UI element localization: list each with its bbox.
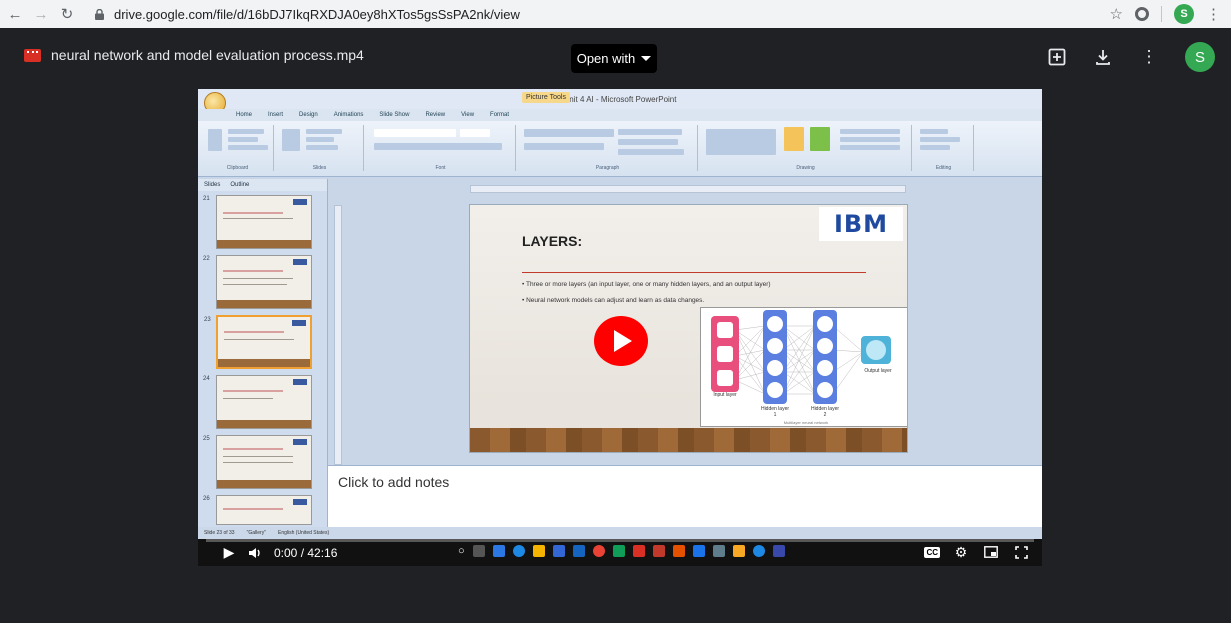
hidden-layer-1-label: Hidden layer 1 (760, 406, 790, 418)
wood-floor-decor (470, 428, 907, 452)
add-to-drive-icon[interactable] (1047, 47, 1067, 67)
slide-thumbnail: 25 (203, 435, 312, 489)
ppt-window-title: Unit 4 AI - Microsoft PowerPoint (563, 94, 677, 104)
progress-bar[interactable] (206, 539, 1034, 542)
ppt-tab: Insert (268, 112, 284, 118)
hidden-layer-2-column (813, 310, 837, 404)
account-avatar[interactable]: S (1185, 42, 1215, 72)
ppt-ribbon-tabs: Home Insert Design Animations Slide Show… (198, 109, 1042, 121)
url-text: drive.google.com/file/d/16bDJ7IkqRXDJA0e… (114, 6, 520, 22)
ppt-tab: Format (490, 112, 510, 118)
ribbon-group-clipboard: Clipboard (202, 125, 274, 171)
ppt-tab: Home (236, 112, 253, 118)
play-button[interactable] (594, 316, 648, 366)
outline-pane-tab: Outline (230, 182, 250, 188)
ribbon-group-slides: Slides (276, 125, 364, 171)
browser-profile-avatar[interactable]: S (1174, 4, 1194, 24)
caret-down-icon (641, 56, 652, 61)
slide-thumbnail: 26 (203, 495, 312, 525)
slide-title: LAYERS: (522, 233, 583, 249)
ppt-ribbon: Clipboard Slides Font Paragraph Drawing … (198, 121, 1042, 177)
play-icon (614, 330, 632, 352)
slide-canvas: IBM LAYERS: • Three or more layers (an i… (470, 205, 907, 452)
slide-thumbnail: 22 (203, 255, 312, 309)
miniplayer-icon[interactable] (982, 543, 1000, 561)
nn-caption: Multilayer neural network (783, 420, 829, 425)
fullscreen-icon[interactable] (1012, 543, 1030, 561)
hidden-layer-1-column (763, 310, 787, 404)
ibm-logo: IBM (819, 207, 903, 241)
open-with-button[interactable]: Open with (571, 44, 657, 73)
subtitles-button[interactable]: CC (924, 546, 940, 558)
address-bar[interactable]: drive.google.com/file/d/16bDJ7IkqRXDJA0e… (92, 3, 1110, 25)
lock-icon (92, 7, 106, 21)
output-layer-label: Output layer (864, 368, 892, 374)
video-frame-powerpoint: Unit 4 AI - Microsoft PowerPoint Picture… (198, 89, 1042, 539)
extension-icon[interactable] (1135, 7, 1149, 21)
neural-network-diagram: Input layer Hidden layer 1 Hidden layer … (700, 307, 907, 427)
ppt-slides-pane: Slides Outline 21 22 23 24 25 26 (198, 179, 328, 527)
video-player[interactable]: Unit 4 AI - Microsoft PowerPoint Picture… (198, 89, 1042, 566)
browser-toolbar: ← → ↻ drive.google.com/file/d/16bDJ7IkqR… (0, 0, 1231, 28)
output-layer-box (861, 336, 891, 364)
ribbon-group-paragraph: Paragraph (518, 125, 698, 171)
settings-gear-icon[interactable]: ⚙ (952, 543, 970, 561)
drive-preview-header: neural network and model evaluation proc… (0, 28, 1231, 84)
time-display: 0:00 / 42:16 (274, 545, 338, 560)
ribbon-group-drawing: Drawing (700, 125, 912, 171)
ribbon-group-font: Font (366, 125, 516, 171)
slide-thumbnail: 21 (203, 195, 312, 249)
download-icon[interactable] (1093, 47, 1113, 67)
toolbar-separator (1161, 6, 1162, 22)
ppt-tab: Design (299, 112, 318, 118)
video-file-icon (24, 49, 41, 62)
back-arrow-icon[interactable]: ← (4, 3, 26, 25)
slide-thumbnail: 24 (203, 375, 312, 429)
player-controls: ▶ 0:00 / 42:16 ○ CC ⚙ (198, 539, 1042, 566)
ppt-tab: Slide Show (379, 112, 410, 118)
slide-bullet: • Neural network models can adjust and l… (522, 297, 705, 304)
notes-pane: Click to add notes (328, 465, 1042, 527)
forward-arrow-icon[interactable]: → (30, 3, 52, 25)
volume-icon[interactable] (246, 544, 264, 562)
slide-bullet: • Three or more layers (an input layer, … (522, 281, 771, 288)
title-underline (522, 272, 866, 273)
ppt-titlebar: Unit 4 AI - Microsoft PowerPoint Picture… (198, 89, 1042, 114)
input-layer-column (711, 316, 739, 392)
slides-pane-tab: Slides (204, 182, 221, 188)
ribbon-group-editing: Editing (914, 125, 974, 171)
more-options-icon[interactable]: ⋮ (1139, 47, 1159, 67)
bookmark-star-icon[interactable]: ☆ (1110, 5, 1123, 23)
notes-placeholder: Click to add notes (338, 474, 450, 490)
reload-icon[interactable]: ↻ (56, 3, 78, 25)
horizontal-ruler (470, 185, 906, 193)
file-name: neural network and model evaluation proc… (51, 47, 364, 63)
open-with-label: Open with (576, 51, 636, 66)
ppt-status-bar: Slide 23 of 33 "Gallery" English (United… (198, 527, 1042, 539)
ppt-tab: Review (425, 112, 446, 118)
play-small-icon[interactable]: ▶ (220, 544, 238, 562)
vertical-ruler (334, 205, 342, 465)
browser-menu-icon[interactable]: ⋮ (1206, 5, 1221, 23)
slide-thumbnail-selected: 23 (204, 315, 312, 369)
input-layer-label: Input layer (713, 392, 737, 398)
ppt-tab: Animations (333, 112, 364, 118)
ppt-context-tab: Picture Tools (522, 92, 570, 103)
hidden-layer-2-label: Hidden layer 2 (810, 406, 840, 418)
ppt-tab: View (461, 112, 475, 118)
video-taskbar-decor: ○ (458, 545, 785, 557)
